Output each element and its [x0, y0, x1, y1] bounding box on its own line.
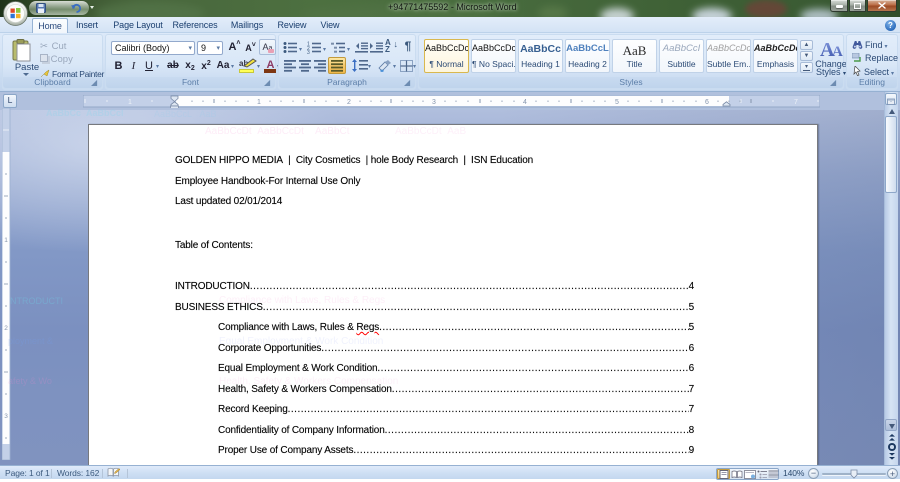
svg-text:7: 7 — [794, 99, 798, 106]
svg-text:1: 1 — [257, 99, 261, 106]
svg-text:3: 3 — [432, 99, 436, 106]
svg-text:4: 4 — [523, 99, 527, 106]
svg-text:2: 2 — [347, 99, 351, 106]
svg-text:A: A — [832, 44, 843, 59]
svg-text:3: 3 — [307, 50, 310, 54]
svg-text:1: 1 — [128, 99, 132, 106]
svg-text:1: 1 — [4, 237, 8, 244]
svg-text:2: 2 — [4, 325, 8, 332]
svg-text:5: 5 — [615, 99, 619, 106]
svg-text:6: 6 — [705, 99, 709, 106]
svg-text:3: 3 — [4, 413, 8, 420]
